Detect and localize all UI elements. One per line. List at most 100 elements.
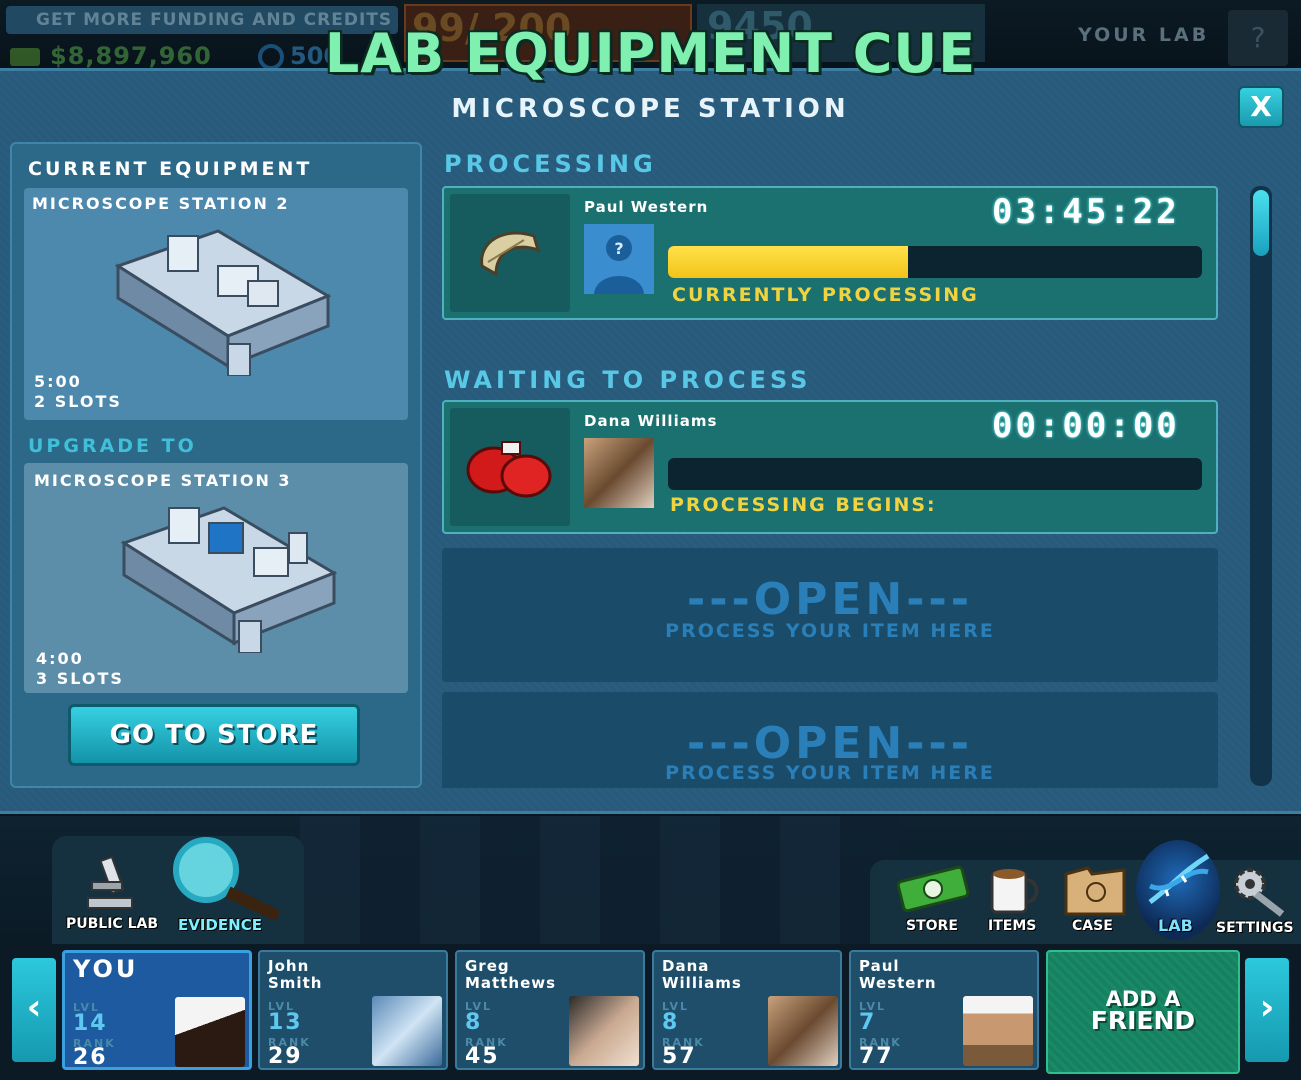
evidence-button[interactable]: EVIDENCE	[166, 836, 290, 936]
boxing-gloves-icon	[466, 441, 552, 498]
tool-label: CASE	[1072, 918, 1113, 934]
suspect-name: Paul Western	[584, 198, 709, 216]
status-text: CURRENTLY PROCESSING	[672, 284, 979, 306]
avatar	[768, 996, 838, 1066]
tool-label: ITEMS	[988, 918, 1037, 934]
equipment-time: 5:00	[34, 372, 82, 391]
dialog-subtitle: MICROSCOPE STATION	[451, 94, 850, 124]
friend-level: 14	[73, 1011, 108, 1036]
friend-card-you[interactable]: YOU LVL 14 RANK 26	[62, 950, 252, 1070]
processing-slot[interactable]: Paul Western ? 03:45:22 CURRENTLY PROCES…	[442, 186, 1218, 320]
friend-rank: 45	[465, 1044, 500, 1069]
item-frame	[450, 194, 570, 312]
upgrade-equipment-card: MICROSCOPE STATION 3 4:00 3 SLOTS	[24, 463, 408, 693]
unknown-person-icon: ?	[584, 224, 654, 294]
progress-bar-fill	[668, 246, 909, 278]
equipment-slots: 3 SLOTS	[36, 669, 124, 688]
avatar	[963, 996, 1033, 1066]
close-button[interactable]: X	[1238, 86, 1284, 128]
friend-last-name: Smith	[268, 974, 323, 992]
microscope-icon	[87, 855, 133, 909]
friend-first-name: Paul	[859, 957, 900, 975]
equipment-slots: 2 SLOTS	[34, 392, 122, 411]
friend-level: 7	[859, 1010, 877, 1035]
tool-label: LAB	[1158, 916, 1193, 935]
equipment-stats: 4:00 3 SLOTS	[36, 649, 124, 689]
items-button[interactable]: ITEMS	[978, 856, 1048, 940]
tool-label: STORE	[906, 918, 958, 934]
friends-prev-button[interactable]: ‹	[12, 958, 56, 1062]
microscope-station-upgrade-icon	[120, 506, 338, 653]
friend-first-name: John	[268, 957, 310, 975]
svg-text:?: ?	[614, 239, 623, 258]
tool-label: PUBLIC LAB	[66, 916, 159, 932]
current-equipment-heading: CURRENT EQUIPMENT	[28, 158, 313, 180]
friend-card[interactable]: Dana Williams LVL 8 RANK 57	[652, 950, 842, 1070]
friend-name: Greg Matthews	[465, 958, 556, 992]
current-equipment-card: MICROSCOPE STATION 2 5:00 2 SLOTS	[24, 188, 408, 420]
friend-level: 8	[662, 1010, 680, 1035]
tool-label: EVIDENCE	[178, 916, 262, 934]
open-slot[interactable]: ---OPEN--- PROCESS YOUR ITEM HERE	[442, 548, 1218, 682]
lab-floor	[300, 816, 900, 946]
friend-name: John Smith	[268, 958, 322, 992]
friend-name: YOU	[73, 955, 139, 983]
friend-name: Paul Western	[859, 958, 937, 992]
friend-first-name: Dana	[662, 957, 710, 975]
avatar	[175, 997, 245, 1067]
friend-first-name: Greg	[465, 957, 510, 975]
equipment-time: 4:00	[36, 649, 84, 668]
friend-rank: 29	[268, 1044, 303, 1069]
open-slot[interactable]: ---OPEN--- PROCESS YOUR ITEM HERE	[442, 692, 1218, 788]
friend-last-name: Williams	[662, 974, 742, 992]
friend-name: Dana Williams	[662, 958, 742, 992]
process-timer: 03:45:22	[992, 192, 1180, 232]
friend-card[interactable]: John Smith LVL 13 RANK 29	[258, 950, 448, 1070]
item-frame	[450, 408, 570, 526]
waiting-slot[interactable]: Dana Williams 00:00:00 PROCESSING BEGINS…	[442, 400, 1218, 534]
add-friend-line2: FRIEND	[1090, 1006, 1196, 1035]
go-to-store-button[interactable]: GO TO STORE	[68, 704, 360, 766]
avatar	[372, 996, 442, 1066]
upgrade-heading: UPGRADE TO	[28, 435, 197, 457]
friend-level: 13	[268, 1010, 303, 1035]
equipment-stats: 5:00 2 SLOTS	[34, 372, 122, 412]
bracelet-icon	[480, 231, 541, 277]
friend-rank: 26	[73, 1045, 108, 1070]
open-slot-subtitle: PROCESS YOUR ITEM HERE	[665, 762, 995, 784]
friend-rank: 57	[662, 1044, 697, 1069]
add-friend-button[interactable]: ADD A FRIEND	[1046, 950, 1240, 1074]
friend-last-name: Western	[859, 974, 937, 992]
settings-button[interactable]: SETTINGS	[1216, 860, 1298, 940]
equipment-name: MICROSCOPE STATION 3	[34, 471, 292, 490]
progress-bar	[668, 246, 1202, 278]
open-slot-subtitle: PROCESS YOUR ITEM HERE	[665, 620, 995, 642]
cash-icon	[896, 866, 970, 912]
friends-next-button[interactable]: ›	[1245, 958, 1289, 1062]
case-button[interactable]: CASE	[1056, 860, 1132, 940]
open-slot-title: ---OPEN---	[686, 574, 974, 625]
scrollbar-thumb[interactable]	[1253, 190, 1269, 256]
process-timer: 00:00:00	[992, 406, 1180, 446]
magnifier-icon	[173, 837, 281, 920]
status-text: PROCESSING BEGINS:	[670, 494, 937, 516]
gear-wrench-icon	[1234, 868, 1285, 917]
equipment-name: MICROSCOPE STATION 2	[32, 194, 290, 213]
avatar: ?	[584, 224, 654, 294]
friend-card[interactable]: Greg Matthews LVL 8 RANK 45	[455, 950, 645, 1070]
folder-icon	[1064, 866, 1126, 916]
scrollbar[interactable]	[1250, 186, 1272, 786]
suspect-name: Dana Williams	[584, 412, 718, 430]
avatar	[584, 438, 654, 508]
friend-level: 8	[465, 1010, 483, 1035]
avatar	[569, 996, 639, 1066]
dna-icon	[1148, 853, 1210, 905]
public-lab-button[interactable]: PUBLIC LAB	[60, 850, 160, 934]
page-title: LAB EQUIPMENT CUE	[324, 22, 977, 85]
friend-rank: 77	[859, 1044, 894, 1069]
mug-icon	[990, 869, 1039, 914]
lab-button[interactable]: LAB	[1136, 840, 1220, 940]
store-button[interactable]: STORE	[892, 860, 972, 940]
friend-card[interactable]: Paul Western LVL 7 RANK 77	[849, 950, 1039, 1070]
processing-heading: PROCESSING	[444, 150, 657, 178]
